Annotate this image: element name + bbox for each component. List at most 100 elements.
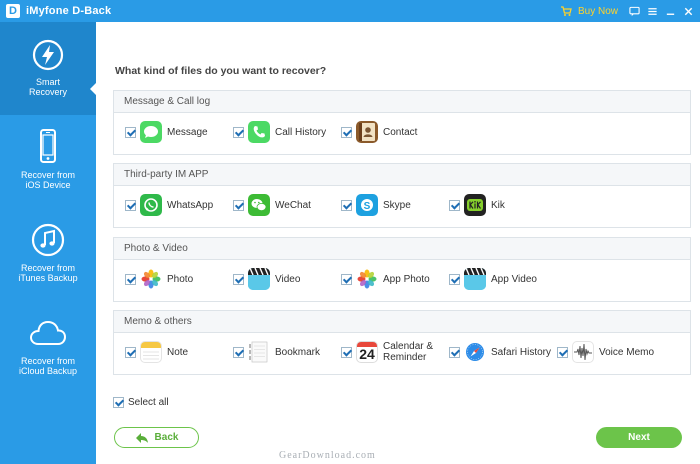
section-photo-video: Photo & Video Photo Video App Photo App … xyxy=(113,237,691,302)
lightning-icon xyxy=(32,39,64,71)
file-type-call-history[interactable]: Call History xyxy=(233,119,326,145)
voice-memo-icon xyxy=(572,341,594,363)
next-label: Next xyxy=(628,432,650,443)
app-logo-icon: D xyxy=(6,4,20,18)
checkbox[interactable] xyxy=(233,199,244,211)
title-bar: D iMyfone D-Back Buy Now xyxy=(0,0,700,22)
skype-icon: S xyxy=(356,194,378,216)
app-video-clapper-icon xyxy=(464,268,486,290)
checkbox[interactable] xyxy=(125,126,136,138)
sidebar-item-smart-recovery[interactable]: Smart Recovery xyxy=(0,22,97,115)
checkbox[interactable] xyxy=(125,273,136,285)
section-title: Third-party IM APP xyxy=(114,164,690,186)
file-type-app-video[interactable]: App Video xyxy=(449,266,537,292)
checkbox[interactable] xyxy=(233,346,244,358)
sidebar: Smart Recovery Recover from iOS Device R… xyxy=(0,22,97,464)
cart-icon[interactable] xyxy=(560,5,572,17)
main-panel: What kind of files do you want to recove… xyxy=(96,22,700,464)
section-message-call-log: Message & Call log Message Call History xyxy=(113,90,691,155)
checkbox[interactable] xyxy=(341,346,352,358)
next-button[interactable]: Next xyxy=(596,427,682,448)
file-type-contact[interactable]: Contact xyxy=(341,119,417,145)
watermark: GearDownload.com xyxy=(279,450,376,461)
item-label: Contact xyxy=(383,126,418,138)
page-title: What kind of files do you want to recove… xyxy=(115,65,327,77)
checkbox[interactable] xyxy=(125,346,136,358)
select-all-label: Select all xyxy=(128,397,169,408)
back-arrow-icon xyxy=(135,432,148,443)
file-type-safari-history[interactable]: Safari History xyxy=(449,339,551,365)
file-type-skype[interactable]: S Skype xyxy=(341,192,411,218)
section-memo-others: Memo & others Note Bookmark 24 Calendar … xyxy=(113,310,691,375)
sidebar-item-label: Smart Recovery xyxy=(28,77,67,97)
video-clapper-icon xyxy=(248,268,270,290)
calendar-icon: 24 xyxy=(356,341,378,363)
file-type-wechat[interactable]: WeChat xyxy=(233,192,311,218)
app-title: iMyfone D-Back xyxy=(26,5,112,17)
item-label: App Video xyxy=(491,273,537,285)
select-all[interactable]: Select all xyxy=(113,397,169,408)
checkbox[interactable] xyxy=(233,126,244,138)
item-label: Message xyxy=(167,126,208,138)
checkbox[interactable] xyxy=(341,273,352,285)
checkbox[interactable] xyxy=(125,199,136,211)
checkbox[interactable] xyxy=(449,273,460,285)
whatsapp-icon xyxy=(140,194,162,216)
file-type-note[interactable]: Note xyxy=(125,339,188,365)
photos-icon xyxy=(140,268,162,290)
notes-icon xyxy=(140,341,162,363)
item-label: Voice Memo xyxy=(599,346,655,358)
item-label: Kik xyxy=(491,199,505,211)
item-label: Video xyxy=(275,273,301,285)
select-all-checkbox[interactable] xyxy=(113,397,124,408)
wechat-icon xyxy=(248,194,270,216)
checkbox[interactable] xyxy=(557,346,568,358)
minimize-icon[interactable] xyxy=(664,5,676,17)
sidebar-item-icloud-backup[interactable]: Recover from iCloud Backup xyxy=(0,301,96,394)
kik-icon xyxy=(464,194,486,216)
calendar-day: 24 xyxy=(359,346,375,362)
sidebar-item-label: Recover from iCloud Backup xyxy=(18,356,78,376)
file-type-kik[interactable]: Kik xyxy=(449,192,505,218)
item-label: Safari History xyxy=(491,346,552,358)
music-note-icon xyxy=(31,223,65,257)
file-type-app-photo[interactable]: App Photo xyxy=(341,266,430,292)
checkbox[interactable] xyxy=(449,346,460,358)
buy-now-link[interactable]: Buy Now xyxy=(578,6,618,17)
section-title: Photo & Video xyxy=(114,238,690,260)
close-icon[interactable] xyxy=(682,5,694,17)
section-title: Message & Call log xyxy=(114,91,690,113)
checkbox[interactable] xyxy=(341,126,352,138)
item-label: Photo xyxy=(167,273,194,285)
checkbox[interactable] xyxy=(341,199,352,211)
file-type-calendar-reminder[interactable]: 24 Calendar & Reminder xyxy=(341,339,433,365)
section-third-party-im-app: Third-party IM APP WhatsApp WeChat S Sky… xyxy=(113,163,691,228)
file-type-voice-memo[interactable]: Voice Memo xyxy=(557,339,654,365)
file-type-video[interactable]: Video xyxy=(233,266,300,292)
checkbox[interactable] xyxy=(449,199,460,211)
checkbox[interactable] xyxy=(233,273,244,285)
item-label: WhatsApp xyxy=(167,199,214,211)
file-type-whatsapp[interactable]: WhatsApp xyxy=(125,192,213,218)
back-button[interactable]: Back xyxy=(114,427,199,448)
safari-compass-icon xyxy=(464,341,486,363)
file-type-message[interactable]: Message xyxy=(125,119,208,145)
item-label: WeChat xyxy=(275,199,311,211)
contacts-icon xyxy=(356,121,378,143)
item-label: Calendar & Reminder xyxy=(383,341,434,363)
menu-icon[interactable] xyxy=(646,5,658,17)
item-label: App Photo xyxy=(383,273,430,285)
file-type-bookmark[interactable]: Bookmark xyxy=(233,339,320,365)
sidebar-item-ios-device[interactable]: Recover from iOS Device xyxy=(0,115,96,208)
back-label: Back xyxy=(154,432,179,443)
feedback-icon[interactable] xyxy=(628,5,640,17)
file-type-photo[interactable]: Photo xyxy=(125,266,193,292)
iphone-icon xyxy=(40,129,56,163)
sidebar-item-label: Recover from iOS Device xyxy=(20,170,75,190)
svg-text:S: S xyxy=(364,201,371,212)
section-title: Memo & others xyxy=(114,311,690,333)
item-label: Call History xyxy=(275,126,327,138)
sidebar-item-itunes-backup[interactable]: Recover from iTunes Backup xyxy=(0,208,96,301)
phone-icon xyxy=(248,121,270,143)
item-label: Note xyxy=(167,346,189,358)
